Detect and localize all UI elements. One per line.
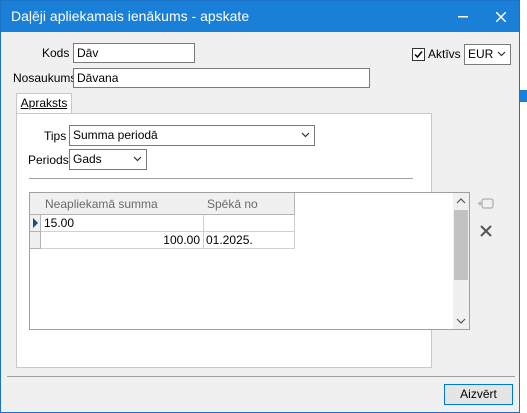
kods-label: Kods [42, 46, 70, 60]
periods-label: Periods [28, 153, 69, 167]
scrollbar-thumb[interactable] [454, 210, 468, 280]
chevron-down-icon [301, 132, 310, 138]
scroll-up-icon[interactable] [453, 194, 469, 208]
tab-apraksts-label: Apraksts [20, 96, 68, 110]
separator-line [29, 178, 413, 179]
delete-x-icon [480, 225, 492, 237]
close-icon [496, 11, 506, 22]
aktivs-label: Aktīvs [428, 47, 461, 61]
grid-vertical-scrollbar[interactable] [453, 193, 469, 329]
background-accent [520, 90, 527, 102]
column-header-amount[interactable]: Neapliekamā summa [41, 193, 204, 215]
add-row-icon [478, 198, 494, 209]
periods-select[interactable]: Gads [69, 149, 147, 170]
chevron-down-icon [133, 156, 142, 162]
kods-field[interactable]: Dāv [73, 43, 195, 63]
currency-value: EUR [468, 47, 494, 61]
close-button-label: Aizvērt [460, 387, 497, 401]
table-cell-date[interactable] [203, 215, 295, 232]
checkmark-icon [414, 51, 423, 59]
table-cell-amount[interactable]: 100.00 [41, 232, 204, 249]
tips-value: Summa periodā [73, 128, 158, 142]
tips-label: Tips [44, 129, 67, 143]
table-cell-date[interactable]: 01.2025. [203, 232, 295, 249]
column-header-date[interactable]: Spēkā no [203, 193, 295, 215]
window-title: Daļēji apliekamais ienākums - apskate [11, 8, 250, 24]
delete-row-button[interactable] [475, 220, 497, 242]
row-header[interactable] [30, 232, 41, 249]
current-row-arrow-icon [33, 218, 38, 228]
background-strip [520, 0, 527, 413]
close-window-button[interactable] [483, 1, 519, 32]
close-button[interactable]: Aizvērt [444, 384, 513, 405]
nosaukums-label: Nosaukums [13, 71, 77, 85]
row-header-current[interactable] [30, 215, 41, 232]
scroll-down-icon[interactable] [453, 314, 469, 328]
tab-apraksts[interactable]: Apraksts [16, 93, 72, 114]
table-cell-amount[interactable]: 15.00 [41, 215, 204, 232]
amount-grid[interactable]: Neapliekamā summa Spēkā no 15.00 100.00 … [29, 192, 470, 330]
dialog-window: Daļēji apliekamais ienākums - apskate Ko… [0, 0, 520, 413]
currency-select[interactable]: EUR [464, 44, 511, 65]
footer-separator [7, 376, 515, 377]
add-row-button[interactable] [475, 193, 497, 215]
title-bar[interactable]: Daļēji apliekamais ienākums - apskate [1, 1, 519, 32]
tips-select[interactable]: Summa periodā [69, 125, 315, 146]
chevron-down-icon [497, 51, 506, 57]
nosaukums-field[interactable]: Dāvana [73, 68, 370, 88]
periods-value: Gads [73, 152, 102, 166]
minimize-icon [458, 15, 468, 17]
minimize-button[interactable] [445, 1, 481, 32]
aktivs-checkbox[interactable] [412, 48, 425, 61]
